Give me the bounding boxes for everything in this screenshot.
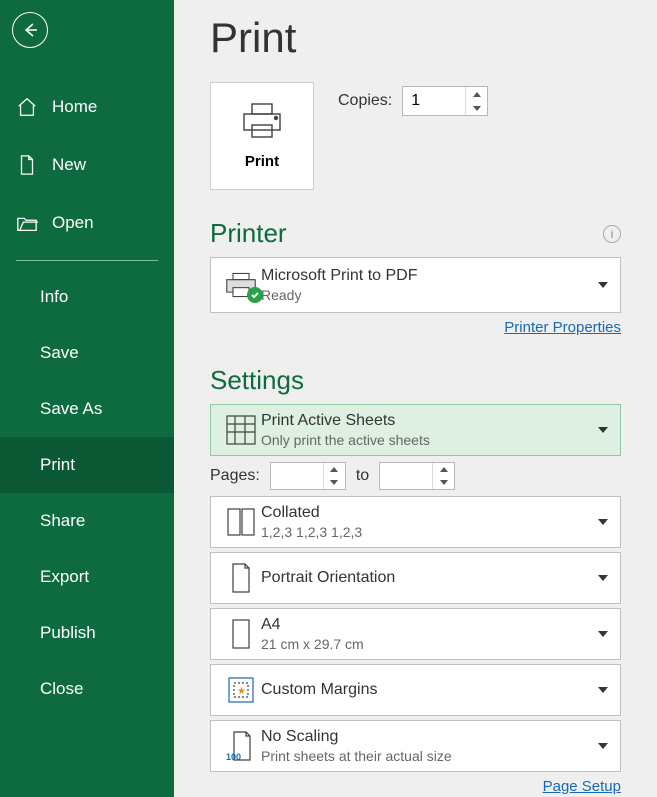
pages-to-down[interactable] [433,476,454,489]
portrait-icon [225,562,257,594]
pages-from-up[interactable] [324,463,345,476]
scaling-sub: Print sheets at their actual size [261,748,596,764]
print-range-dropdown[interactable]: Print Active Sheets Only print the activ… [210,404,621,456]
page-icon [225,618,257,650]
paper-title: A4 [261,616,596,634]
chevron-down-icon [596,743,610,749]
printer-info-icon[interactable]: i [603,225,621,243]
chevron-down-icon [596,575,610,581]
print-range-sub: Only print the active sheets [261,432,596,448]
collated-icon [225,506,257,538]
sidebar-item-open[interactable]: Open [0,194,174,252]
print-button[interactable]: Print [210,82,314,190]
scaling-value: 100 [226,752,241,762]
sidebar-item-label: New [52,155,86,175]
printer-name: Microsoft Print to PDF [261,267,596,285]
paper-sub: 21 cm x 29.7 cm [261,636,596,652]
svg-text:★: ★ [237,686,246,697]
collation-title: Collated [261,504,596,522]
sidebar-item-export[interactable]: Export [0,549,174,605]
copies-up-button[interactable] [466,87,487,101]
sidebar-item-info[interactable]: Info [0,269,174,325]
collation-dropdown[interactable]: Collated 1,2,3 1,2,3 1,2,3 [210,496,621,548]
pages-to-label: to [356,467,369,485]
margins-icon: ★ [225,674,257,706]
sidebar-item-new[interactable]: New [0,136,174,194]
back-arrow-icon [21,21,39,39]
chevron-down-icon [596,631,610,637]
scaling-title: No Scaling [261,728,596,746]
home-icon [16,96,38,118]
sidebar-item-label: Open [52,213,94,233]
orientation-title: Portrait Orientation [261,569,596,587]
sidebar-item-share[interactable]: Share [0,493,174,549]
ready-check-icon [247,287,263,303]
pages-to-up[interactable] [433,463,454,476]
chevron-down-icon [596,427,610,433]
printer-icon [240,103,284,139]
pages-label: Pages: [210,467,260,485]
copies-input[interactable] [403,87,463,115]
sheets-icon [225,414,257,446]
sidebar-item-saveas[interactable]: Save As [0,381,174,437]
margins-dropdown[interactable]: ★ Custom Margins [210,664,621,716]
printer-dropdown[interactable]: Microsoft Print to PDF Ready [210,257,621,313]
pages-to-input[interactable] [380,463,440,489]
chevron-down-icon [596,519,610,525]
copies-label: Copies: [338,92,392,110]
orientation-dropdown[interactable]: Portrait Orientation [210,552,621,604]
print-range-title: Print Active Sheets [261,412,596,430]
sidebar-item-publish[interactable]: Publish [0,605,174,661]
pages-from-spinner[interactable] [270,462,346,490]
settings-heading: Settings [210,365,304,396]
collation-sub: 1,2,3 1,2,3 1,2,3 [261,524,596,540]
paper-size-dropdown[interactable]: A4 21 cm x 29.7 cm [210,608,621,660]
open-folder-icon [16,212,38,234]
margins-title: Custom Margins [261,681,596,699]
pages-from-input[interactable] [271,463,331,489]
sidebar-item-label: Home [52,97,97,117]
sidebar-divider [16,260,158,261]
page-title: Print [210,14,621,62]
copies-down-button[interactable] [466,101,487,115]
backstage-sidebar: Home New Open Info Save Save As Print Sh… [0,0,174,797]
sidebar-item-close[interactable]: Close [0,661,174,717]
sidebar-item-home[interactable]: Home [0,78,174,136]
sidebar-item-save[interactable]: Save [0,325,174,381]
pages-to-spinner[interactable] [379,462,455,490]
sidebar-item-print[interactable]: Print [0,437,174,493]
new-file-icon [16,154,38,176]
chevron-down-icon [596,282,610,288]
pages-from-down[interactable] [324,476,345,489]
printer-heading: Printer [210,218,287,249]
page-setup-link[interactable]: Page Setup [543,778,621,795]
copies-spinner[interactable] [402,86,488,116]
chevron-down-icon [596,687,610,693]
back-button[interactable] [12,12,48,48]
print-panel: Print Print Copies: Printer i [174,0,657,797]
scaling-dropdown[interactable]: 100 No Scaling Print sheets at their act… [210,720,621,772]
print-button-label: Print [245,153,279,170]
printer-status: Ready [261,287,596,303]
printer-properties-link[interactable]: Printer Properties [504,319,621,336]
